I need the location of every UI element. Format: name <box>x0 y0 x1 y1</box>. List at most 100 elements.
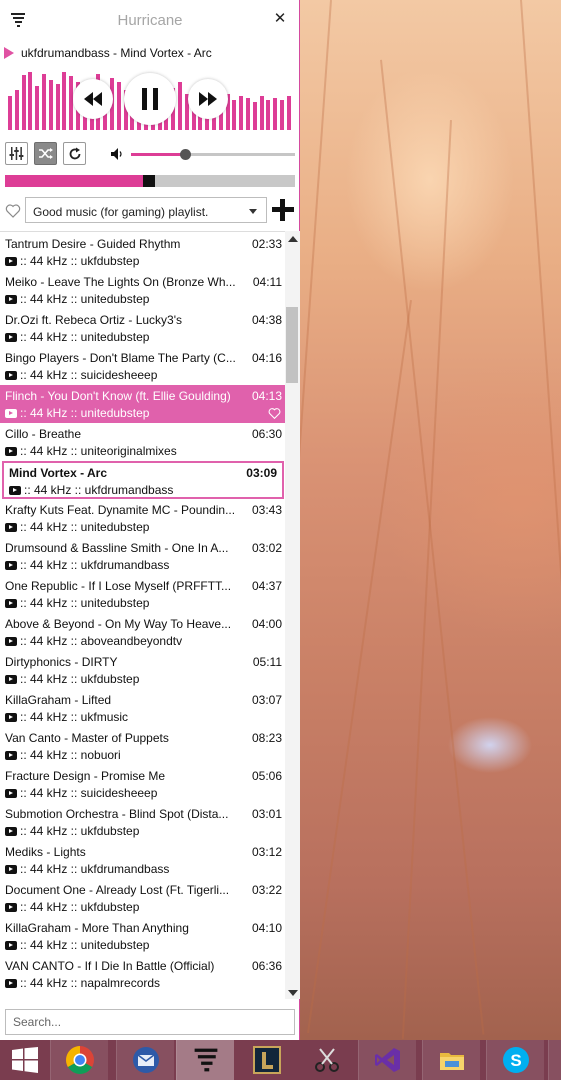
track-source: :: 44 kHz :: unitedubstep <box>5 938 149 952</box>
taskbar-league-of-legends[interactable] <box>238 1040 296 1080</box>
track-row[interactable]: Above & Beyond - On My Way To Heave... 04… <box>0 613 285 651</box>
track-list[interactable]: Tantrum Desire - Guided Rhythm 02:33:: 44… <box>0 231 285 999</box>
track-source: :: 44 kHz :: ukfdubstep <box>5 824 139 838</box>
track-source-text: :: 44 kHz :: unitedubstep <box>20 330 150 344</box>
taskbar-skype[interactable]: S <box>486 1040 544 1080</box>
track-source: :: 44 kHz :: suicidesheeep <box>5 786 157 800</box>
track-duration: 03:02 <box>251 541 282 555</box>
track-source-text: :: 44 kHz :: ukfdrumandbass <box>20 558 170 572</box>
seek-bar-fill <box>5 175 149 187</box>
add-playlist-button[interactable] <box>272 199 294 221</box>
favorite-heart-icon[interactable] <box>268 407 281 420</box>
track-row[interactable]: Mediks - Lights 03:12:: 44 kHz :: ukfdrum… <box>0 841 285 879</box>
track-title: Fracture Design - Promise Me <box>5 769 166 783</box>
track-row[interactable]: Meiko - Leave The Lights On (Bronze Wh..… <box>0 271 285 309</box>
track-row[interactable]: Dirtyphonics - DIRTY 05:11:: 44 kHz :: uk… <box>0 651 285 689</box>
visualizer-bar <box>178 82 182 130</box>
track-row[interactable]: Krafty Kuts Feat. Dynamite MC - Poundin.… <box>0 499 285 537</box>
track-row[interactable]: Flinch - You Don't Know (ft. Ellie Gould… <box>0 385 285 423</box>
taskbar-hurricane[interactable] <box>176 1040 234 1080</box>
visualizer-bar <box>259 96 264 130</box>
track-source-text: :: 44 kHz :: unitedubstep <box>20 520 150 534</box>
visualizer-bar <box>28 72 33 130</box>
visualizer-bar <box>55 84 60 130</box>
track-title: Submotion Orchestra - Blind Spot (Dista.… <box>5 807 229 821</box>
track-title: Krafty Kuts Feat. Dynamite MC - Poundin.… <box>5 503 236 517</box>
visualizer-bar <box>21 75 26 130</box>
seek-bar-thumb[interactable] <box>142 175 155 187</box>
youtube-icon <box>5 371 17 380</box>
track-source: :: 44 kHz :: ukfdubstep <box>5 254 139 268</box>
track-duration: 08:23 <box>251 731 282 745</box>
track-source: :: 44 kHz :: unitedubstep <box>5 596 149 610</box>
track-duration: 04:38 <box>251 313 282 327</box>
taskbar-file-explorer[interactable] <box>422 1040 480 1080</box>
taskbar-item-partial[interactable] <box>548 1040 561 1080</box>
track-row[interactable]: KillaGraham - More Than Anything 04:10:: … <box>0 917 285 955</box>
pause-button[interactable] <box>124 73 176 125</box>
track-row[interactable]: Fracture Design - Promise Me 05:06:: 44 k… <box>0 765 285 803</box>
track-row[interactable]: Document One - Already Lost (Ft. Tigerli… <box>0 879 285 917</box>
seek-bar[interactable] <box>5 175 295 187</box>
shuffle-button[interactable] <box>34 142 57 165</box>
taskbar-thunderbird[interactable] <box>116 1040 174 1080</box>
track-row[interactable]: Cillo - Breathe 06:30:: 44 kHz :: uniteor… <box>0 423 285 461</box>
track-duration: 02:33 <box>251 237 282 251</box>
close-icon[interactable]: ✕ <box>272 11 288 27</box>
scissors-icon <box>315 1048 339 1072</box>
track-duration: 05:11 <box>252 655 282 669</box>
title-bar[interactable]: Hurricane ✕ <box>0 0 300 40</box>
taskbar-chrome[interactable] <box>50 1040 108 1080</box>
track-duration: 04:00 <box>251 617 282 631</box>
track-source-text: :: 44 kHz :: unitedubstep <box>20 938 150 952</box>
track-source: :: 44 kHz :: ukfdubstep <box>5 900 139 914</box>
track-row[interactable]: Van Canto - Master of Puppets 08:23:: 44 … <box>0 727 285 765</box>
track-duration: 03:22 <box>251 883 282 897</box>
track-list-scrollbar[interactable] <box>285 231 300 999</box>
windows-start-button[interactable] <box>0 1040 50 1080</box>
track-row[interactable]: One Republic - If I Lose Myself (PRFFTT.… <box>0 575 285 613</box>
visualizer-bar <box>14 90 19 130</box>
hurricane-app-icon <box>194 1048 217 1072</box>
track-row[interactable]: Dr.Ozi ft. Rebeca Ortiz - Lucky3's 04:38:… <box>0 309 285 347</box>
track-row[interactable]: Bingo Players - Don't Blame The Party (C… <box>0 347 285 385</box>
track-row[interactable]: Tantrum Desire - Guided Rhythm 02:33:: 44… <box>0 233 285 271</box>
scroll-up-arrow-icon[interactable] <box>288 236 298 242</box>
volume-icon[interactable] <box>110 147 124 161</box>
track-title: Flinch - You Don't Know (ft. Ellie Gould… <box>5 389 231 403</box>
track-row[interactable]: Submotion Orchestra - Blind Spot (Dista.… <box>0 803 285 841</box>
volume-slider-thumb[interactable] <box>180 149 192 160</box>
heart-icon[interactable] <box>5 203 21 219</box>
track-row[interactable]: Drumsound & Bassline Smith - One In A...… <box>0 537 285 575</box>
track-row[interactable]: Mind Vortex - Arc 03:09:: 44 kHz :: ukfdr… <box>2 461 284 499</box>
volume-slider[interactable] <box>131 149 295 160</box>
scroll-down-arrow-icon[interactable] <box>288 990 298 996</box>
track-source-text: :: 44 kHz :: aboveandbeyondtv <box>20 634 183 648</box>
track-title: Above & Beyond - On My Way To Heave... <box>5 617 232 631</box>
track-source-text: :: 44 kHz :: suicidesheeep <box>20 368 158 382</box>
playlist-dropdown[interactable]: Good music (for gaming) playlist. <box>25 197 267 223</box>
visualizer-bar <box>239 96 244 130</box>
track-source: :: 44 kHz :: ukfdrumandbass <box>5 558 169 572</box>
youtube-icon <box>5 713 17 722</box>
taskbar-visual-studio[interactable] <box>358 1040 416 1080</box>
track-duration: 03:12 <box>251 845 282 859</box>
track-duration: 03:01 <box>251 807 282 821</box>
youtube-icon <box>5 599 17 608</box>
track-row[interactable]: VAN CANTO - If I Die In Battle (Official… <box>0 955 285 993</box>
search-input[interactable] <box>5 1009 295 1035</box>
skype-icon: S <box>502 1047 529 1073</box>
previous-button[interactable] <box>73 79 113 119</box>
track-row[interactable]: KillaGraham - Lifted 03:07:: 44 kHz :: uk… <box>0 689 285 727</box>
equalizer-button[interactable] <box>5 142 28 165</box>
track-title: Document One - Already Lost (Ft. Tigerli… <box>5 883 230 897</box>
now-playing: ukfdrumandbass - Mind Vortex - Arc <box>4 46 296 62</box>
taskbar-snipping-tool[interactable] <box>298 1040 356 1080</box>
track-row[interactable]: Sunrise Strangers - Belly Twist (Ft. Ada… <box>0 993 285 999</box>
youtube-icon <box>9 486 21 495</box>
visual-studio-icon <box>374 1048 400 1072</box>
repeat-button[interactable] <box>63 142 86 165</box>
next-button[interactable] <box>188 79 228 119</box>
scrollbar-thumb[interactable] <box>286 307 298 383</box>
playing-indicator-icon <box>4 47 14 59</box>
